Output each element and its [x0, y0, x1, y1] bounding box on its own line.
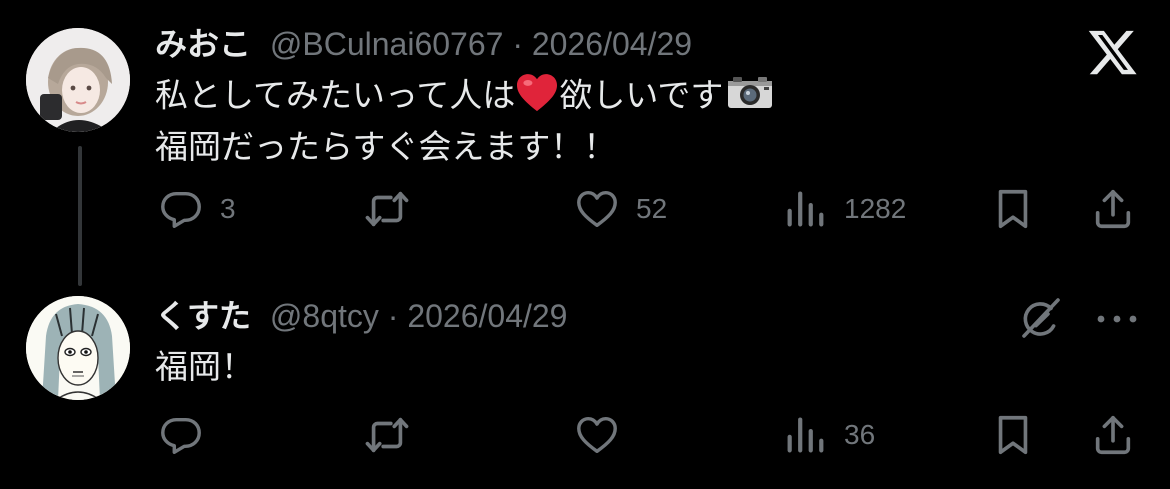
like-icon — [577, 190, 617, 228]
post-header: みおこ @BCulnai60767 · 2026/04/29 — [155, 26, 692, 62]
post-text: 福岡！ — [155, 348, 254, 385]
reply-count: 3 — [220, 193, 236, 224]
views-button[interactable]: 36 — [782, 412, 875, 458]
post-text-line1-part1: 私としてみたいって人は — [155, 76, 516, 114]
avatar[interactable] — [26, 28, 130, 132]
post-header: くすた @8qtcy · 2026/04/29 — [155, 298, 567, 334]
more-icon[interactable] — [1094, 304, 1140, 334]
views-count: 36 — [844, 419, 876, 450]
like-count: 52 — [636, 193, 668, 224]
user-handle[interactable]: @BCulnai60767 — [270, 26, 504, 62]
bookmark-icon — [998, 415, 1028, 455]
views-button[interactable]: 1282 — [782, 186, 906, 232]
like-button[interactable] — [574, 412, 620, 458]
repost-icon — [365, 191, 409, 227]
views-icon — [787, 417, 824, 453]
views-icon — [787, 191, 824, 227]
views-count: 1282 — [844, 193, 907, 224]
bookmark-icon — [998, 189, 1028, 229]
reply-icon — [161, 417, 201, 454]
like-button[interactable]: 52 — [574, 186, 667, 232]
share-button[interactable] — [1090, 412, 1136, 458]
user-handle[interactable]: @8qtcy — [270, 298, 379, 334]
share-icon — [1095, 415, 1131, 455]
meta-separator: · — [512, 26, 523, 62]
x-logo-icon[interactable] — [1087, 26, 1139, 78]
repost-icon — [365, 417, 409, 453]
bookmark-button[interactable] — [990, 412, 1036, 458]
heart-emoji-icon — [515, 72, 559, 124]
post-text-line2: 福岡だったらすぐ会えます！！ — [155, 128, 617, 165]
share-button[interactable] — [1090, 186, 1136, 232]
display-name[interactable]: みおこ — [155, 26, 251, 62]
reply-button[interactable] — [158, 412, 204, 458]
post-date[interactable]: 2026/04/29 — [532, 26, 692, 62]
grok-icon[interactable] — [1016, 294, 1064, 342]
post-date[interactable]: 2026/04/29 — [407, 298, 567, 334]
like-icon — [577, 416, 617, 454]
repost-button[interactable] — [364, 186, 410, 232]
post-text-line1-part2: 欲しいです — [559, 76, 724, 114]
reply-icon — [161, 191, 201, 228]
thread-connector-line — [78, 146, 82, 286]
post-text: 私としてみたいって人は 欲しいです 福岡だったらすぐ会えます！！ — [155, 72, 773, 170]
bookmark-button[interactable] — [990, 186, 1036, 232]
share-icon — [1095, 189, 1131, 229]
camera-icon — [727, 74, 773, 122]
avatar[interactable] — [26, 296, 130, 400]
reply-button[interactable]: 3 — [158, 186, 236, 232]
meta-separator: · — [387, 298, 399, 334]
display-name[interactable]: くすた — [155, 298, 251, 334]
repost-button[interactable] — [364, 412, 410, 458]
